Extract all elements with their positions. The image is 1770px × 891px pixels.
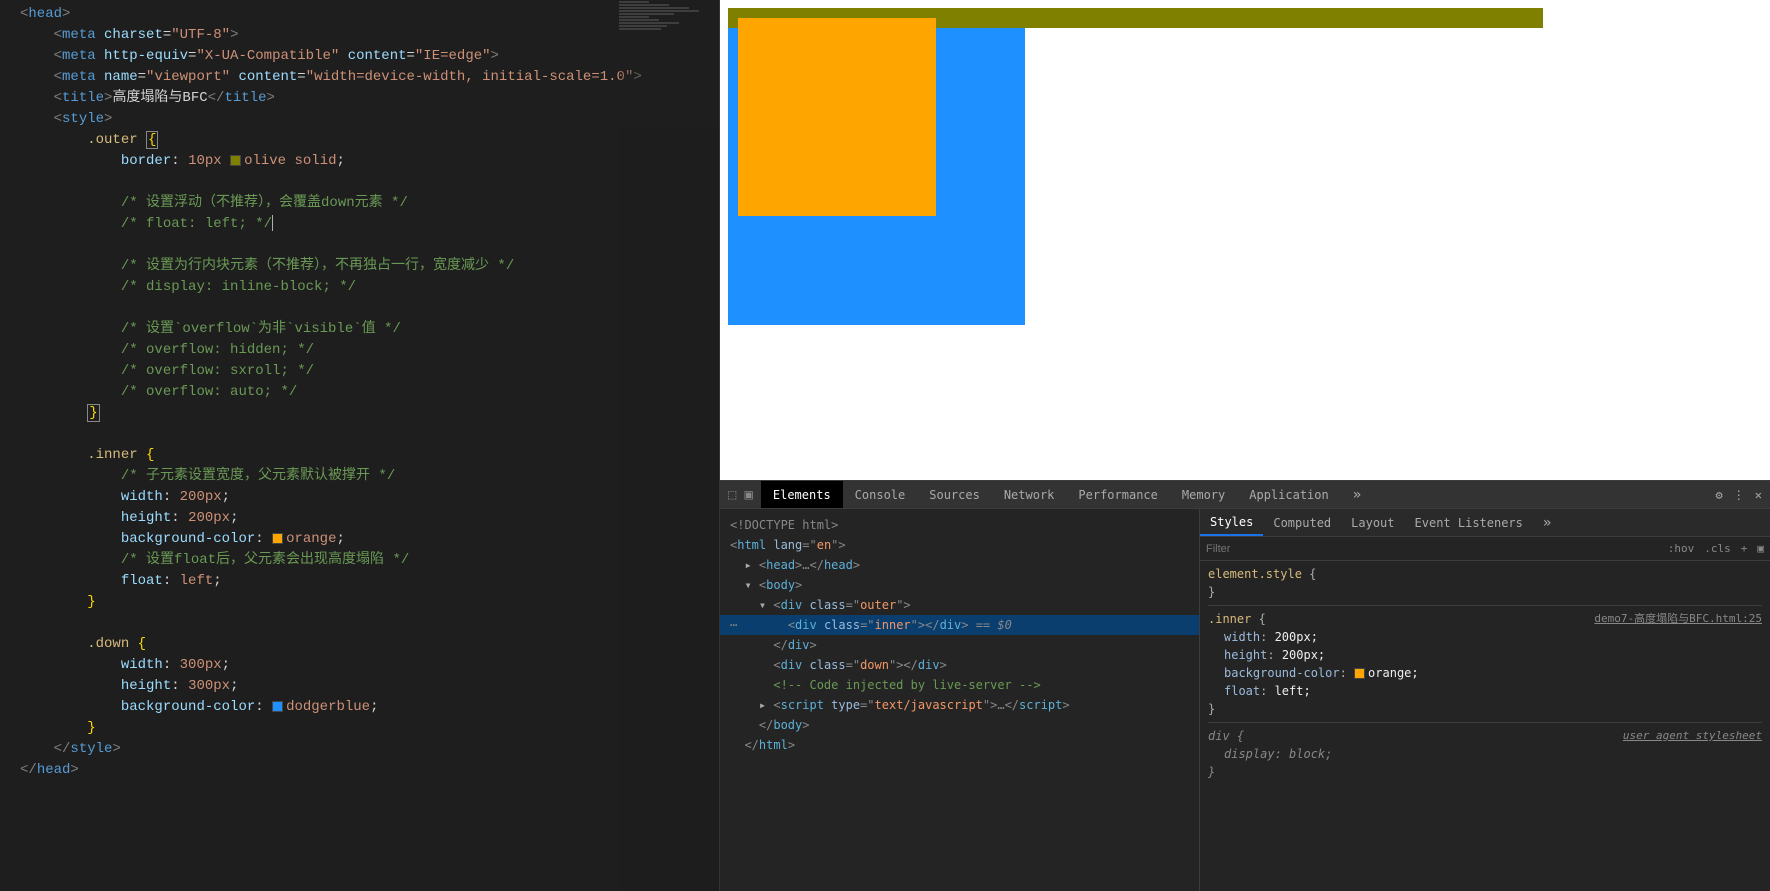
devtools-panel[interactable]: ⬚ ▣ Elements Console Sources Network Per… [720, 480, 1770, 891]
subtab-computed[interactable]: Computed [1263, 509, 1341, 536]
subtab-styles[interactable]: Styles [1200, 509, 1263, 536]
color-swatch-orange [272, 533, 283, 544]
add-rule-icon[interactable]: + [1741, 542, 1748, 555]
close-devtools-icon[interactable]: ✕ [1755, 488, 1762, 502]
browser-preview[interactable] [720, 0, 1770, 480]
styles-panel[interactable]: Styles Computed Layout Event Listeners »… [1200, 509, 1770, 891]
tab-performance[interactable]: Performance [1066, 481, 1169, 508]
devtools-main-tabs: ⬚ ▣ Elements Console Sources Network Per… [720, 481, 1770, 509]
color-swatch-orange[interactable] [1354, 668, 1365, 679]
tab-sources[interactable]: Sources [917, 481, 992, 508]
tab-memory[interactable]: Memory [1170, 481, 1237, 508]
tabs-overflow-icon[interactable]: » [1341, 481, 1372, 508]
cls-toggle[interactable]: .cls [1704, 542, 1731, 555]
dom-tree[interactable]: <!DOCTYPE html> <html lang="en"> ▸ <head… [720, 509, 1200, 891]
preview-inner-div [738, 18, 936, 216]
subtab-overflow-icon[interactable]: » [1533, 509, 1560, 536]
color-swatch-dodgerblue [272, 701, 283, 712]
tab-application[interactable]: Application [1237, 481, 1340, 508]
tab-elements[interactable]: Elements [761, 481, 843, 508]
selected-dom-node[interactable]: ⋯ <div class="inner"></div> == $0 [720, 615, 1199, 635]
device-toggle-icon[interactable]: ▣ [744, 487, 752, 503]
sidebar-toggle-icon[interactable]: ▣ [1757, 542, 1764, 555]
settings-gear-icon[interactable]: ⚙ [1716, 488, 1723, 502]
inspect-icon[interactable]: ⬚ [728, 487, 736, 503]
styles-filter-input[interactable] [1206, 543, 1658, 555]
tab-console[interactable]: Console [843, 481, 918, 508]
text-cursor [272, 215, 273, 231]
code-content[interactable]: <head> <meta charset="UTF-8"> <meta http… [0, 0, 719, 781]
code-editor-pane[interactable]: <head> <meta charset="UTF-8"> <meta http… [0, 0, 720, 891]
subtab-eventlisteners[interactable]: Event Listeners [1405, 509, 1533, 536]
subtab-layout[interactable]: Layout [1341, 509, 1404, 536]
more-vert-icon[interactable]: ⋮ [1733, 488, 1745, 502]
tab-network[interactable]: Network [992, 481, 1067, 508]
color-swatch-olive [230, 155, 241, 166]
hov-toggle[interactable]: :hov [1668, 542, 1695, 555]
source-link[interactable]: demo7-高度塌陷与BFC.html:25 [1594, 610, 1762, 628]
